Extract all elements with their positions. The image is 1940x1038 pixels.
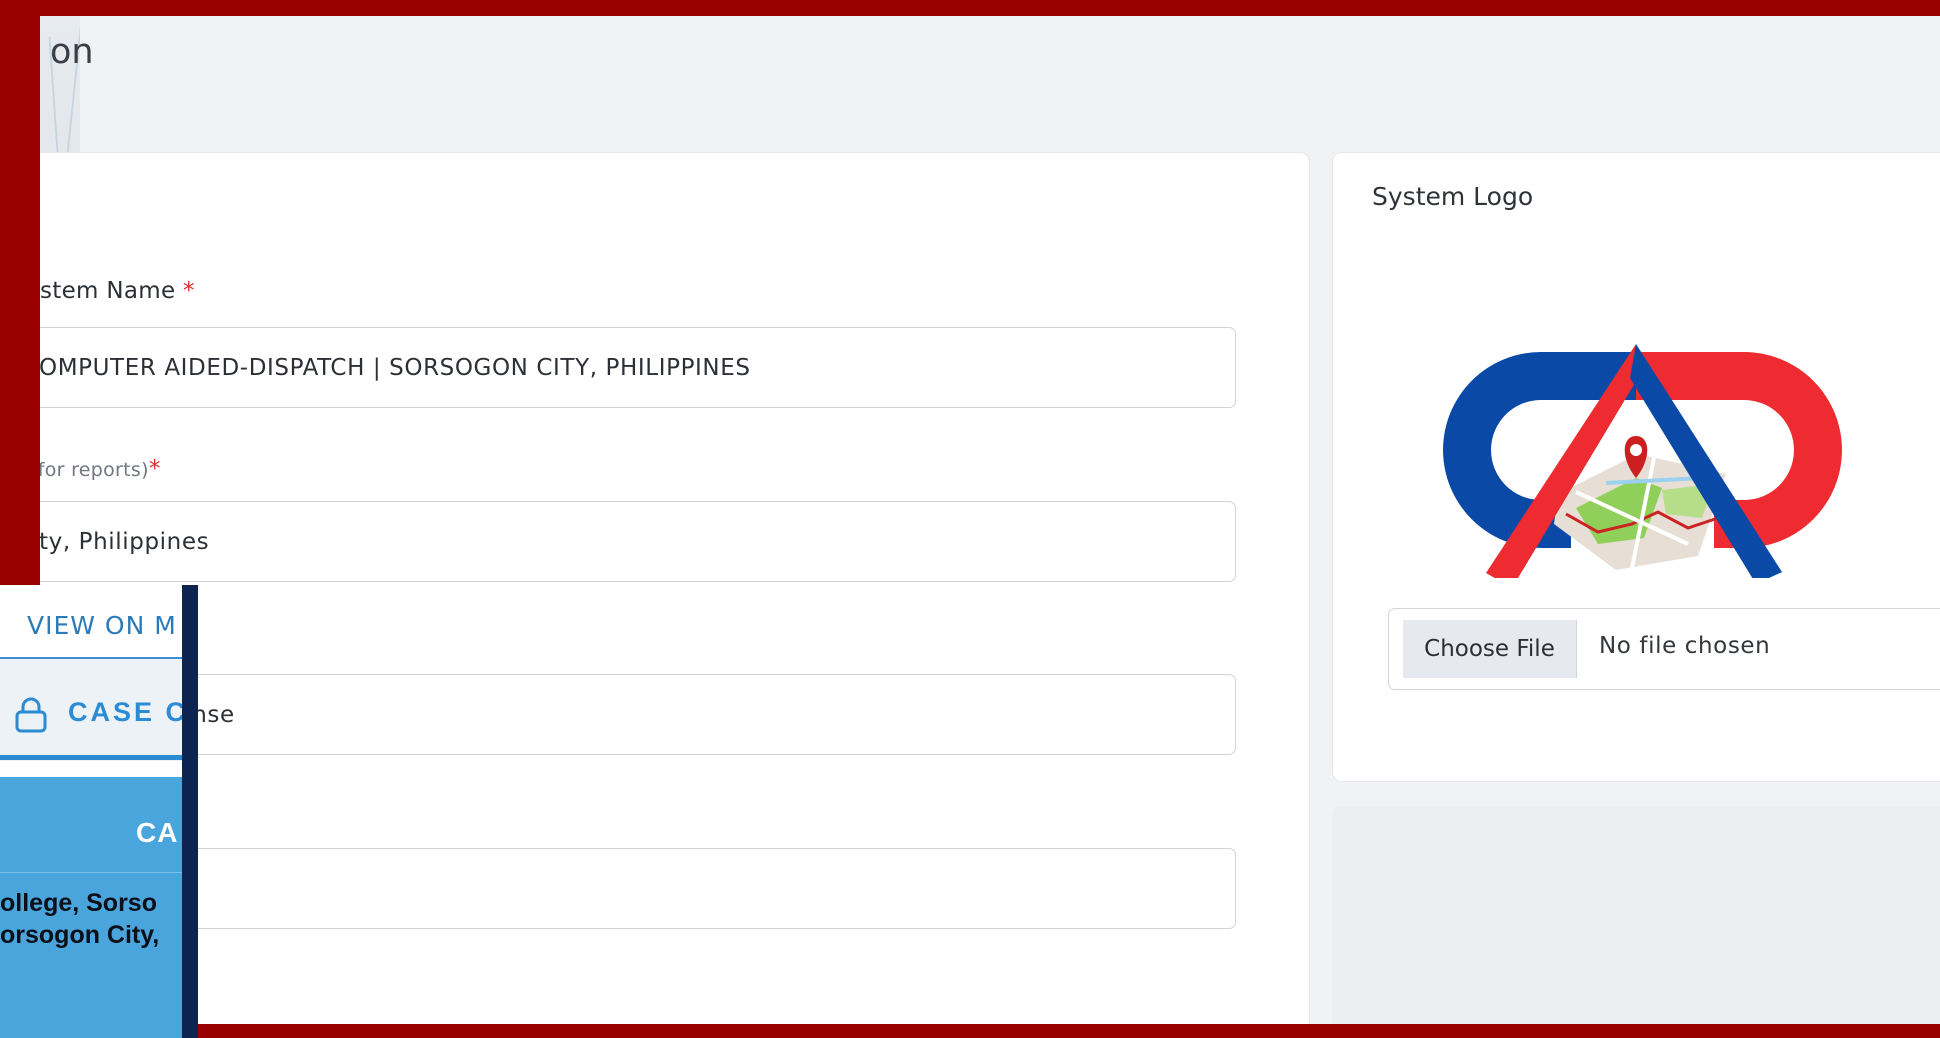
agency-input[interactable] [40,674,1236,755]
view-on-map-link[interactable]: VIEW ON M [27,611,177,640]
system-logo-image [1443,344,1842,578]
case-popup-overlay: VIEW ON M CASE C CA ollege, Sorso orsogo… [0,585,198,1038]
side-panel-background [1332,806,1940,1024]
case-tab-label: CASE C [68,697,182,727]
choose-file-button[interactable]: Choose File [1403,620,1577,678]
extra-input[interactable] [40,848,1236,929]
page-title: on [50,32,94,72]
case-details-panel: CA ollege, Sorso orsogon City, [0,777,182,1038]
address-line-1: ollege, Sorso [0,889,157,917]
location-label: (for reports)* [40,456,161,482]
file-input: Choose File No file chosen [1388,608,1940,690]
logo-card-title: System Logo [1372,182,1534,211]
file-status-text: No file chosen [1599,633,1771,659]
row-divider [0,872,182,873]
lock-icon [15,697,47,733]
case-header: CA [136,817,179,848]
tab-case[interactable]: CASE C [0,659,182,761]
system-name-label: stem Name * [40,278,195,304]
system-name-input[interactable] [40,327,1236,408]
address-line-2: orsogon City, [0,921,160,949]
location-input[interactable] [40,501,1236,582]
active-tab-indicator [0,755,182,760]
app-window: g on stem Name * (for reports)* System L… [40,16,1940,1024]
